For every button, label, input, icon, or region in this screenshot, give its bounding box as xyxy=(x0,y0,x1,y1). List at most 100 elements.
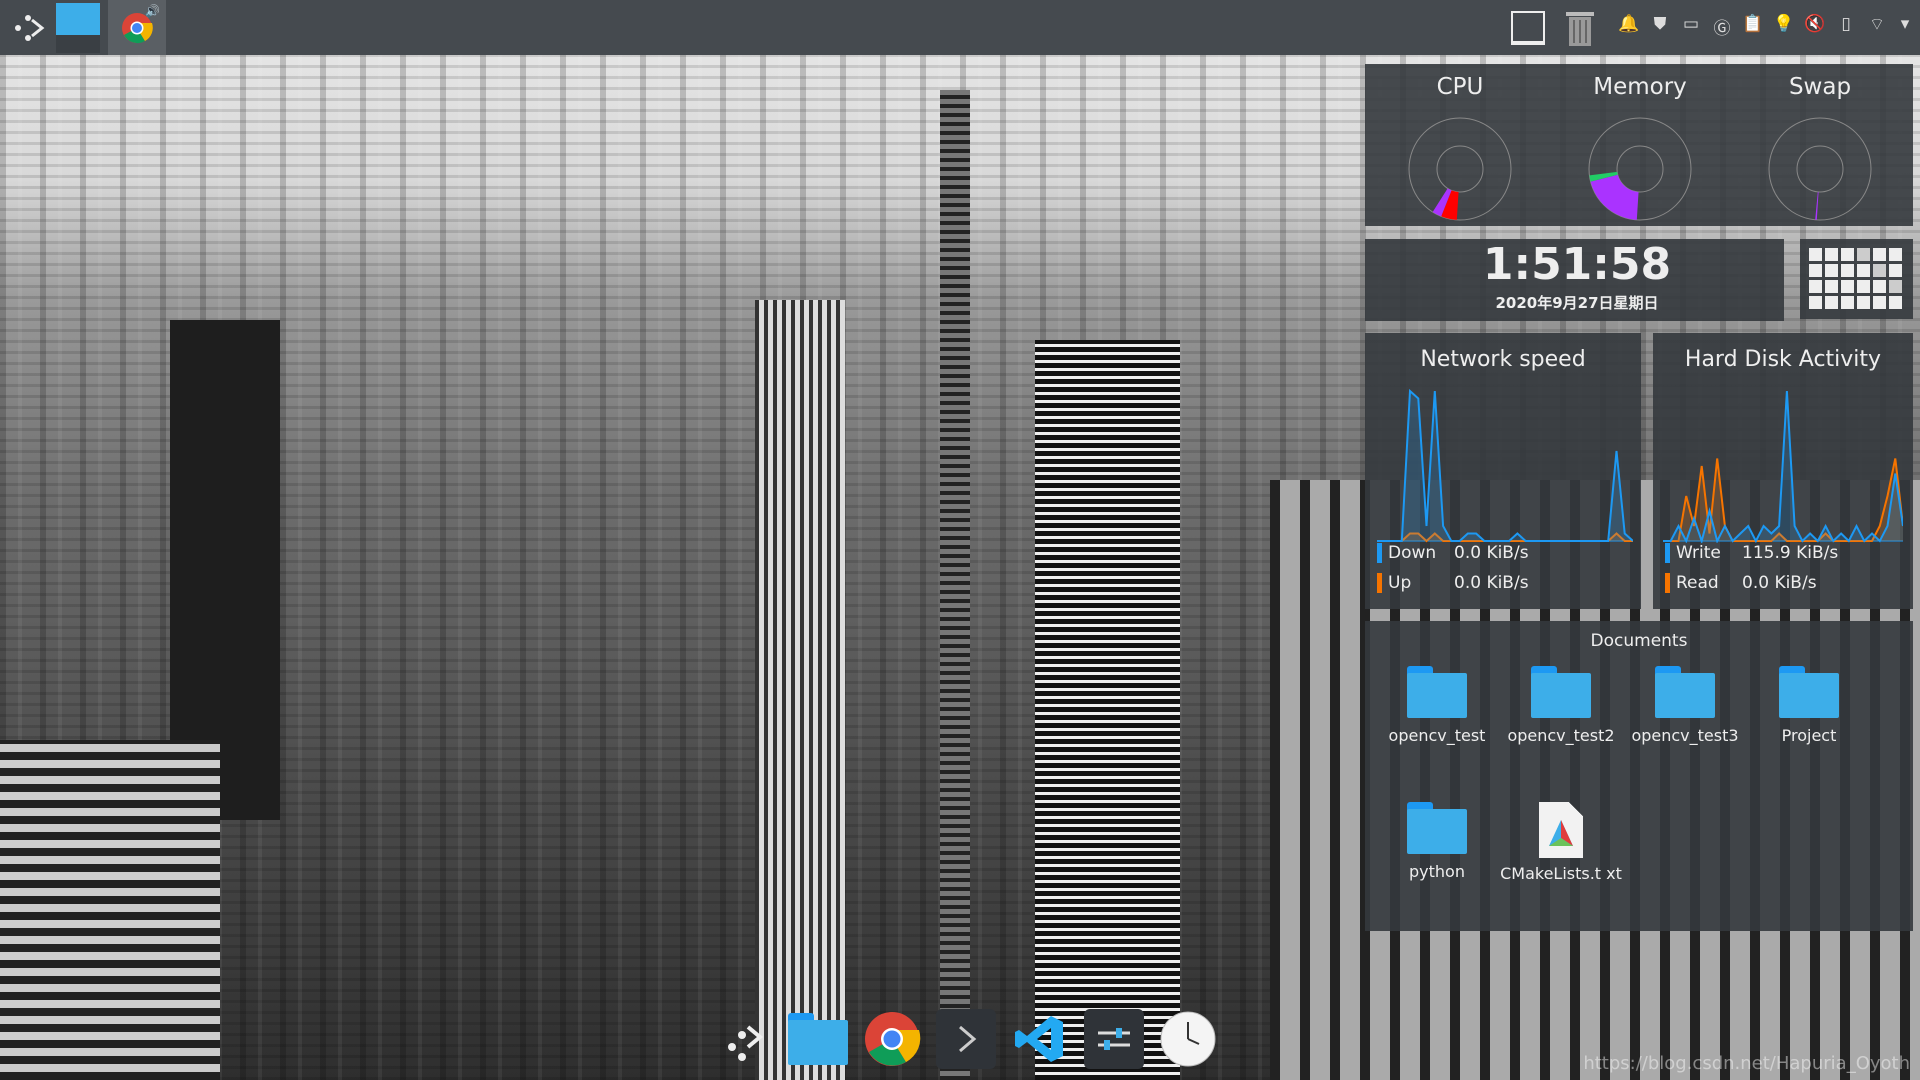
item-label: opencv_test xyxy=(1388,726,1486,745)
pager-cell[interactable] xyxy=(1873,296,1886,309)
pager-cell[interactable] xyxy=(1825,248,1838,261)
desktop-item[interactable]: opencv_test2 xyxy=(1499,666,1623,745)
pager-widget[interactable]: for(let i=0;i<24;i++)document.write('<di… xyxy=(1800,239,1913,319)
volume-muted-icon[interactable]: 🔇 xyxy=(1804,14,1826,40)
read-value: 0.0 KiB/s xyxy=(1742,573,1817,593)
gauge-title-memory: Memory xyxy=(1593,74,1687,100)
dock-launcher[interactable] xyxy=(714,1009,774,1069)
pager-cell[interactable] xyxy=(1857,248,1870,261)
trash-button[interactable] xyxy=(1558,0,1602,55)
up-value: 0.0 KiB/s xyxy=(1454,573,1529,593)
chevron-down-icon[interactable]: ▾ xyxy=(1894,14,1916,40)
terminal-icon[interactable]: ▭ xyxy=(1680,14,1702,40)
legend-down: Down 0.0 KiB/s xyxy=(1377,543,1529,563)
up-label: Up xyxy=(1388,573,1412,593)
series-area xyxy=(1377,391,1633,541)
digital-clock-widget[interactable]: 1:51:58 2020年9月27日星期日 xyxy=(1365,239,1784,321)
clock-time: 1:51:58 xyxy=(1482,239,1672,290)
terminal-icon xyxy=(959,1025,977,1053)
pager-cell[interactable] xyxy=(1889,248,1902,261)
pager-cell[interactable] xyxy=(1825,280,1838,293)
legend-write: Write 115.9 KiB/s xyxy=(1665,543,1838,563)
pager-cell[interactable] xyxy=(1857,280,1870,293)
pager-cell[interactable] xyxy=(1873,248,1886,261)
battery-icon[interactable]: ▯ xyxy=(1835,14,1857,40)
disk-chart xyxy=(1663,390,1903,543)
item-label: opencv_test3 xyxy=(1631,726,1739,745)
pager-cell[interactable] xyxy=(1857,296,1870,309)
folder-icon xyxy=(788,1013,848,1065)
network-title: Network speed xyxy=(1420,347,1586,372)
gauge-segment xyxy=(1590,174,1639,220)
clock-date: 2020年9月27日星期日 xyxy=(1495,294,1659,312)
read-swatch xyxy=(1665,573,1670,593)
clipboard-icon[interactable]: 📋 xyxy=(1742,14,1764,40)
pager-cell[interactable] xyxy=(1825,296,1838,309)
folder-icon xyxy=(1407,802,1467,854)
pager-cell[interactable] xyxy=(1809,296,1822,309)
folder-view-widget: Documents opencv_test opencv_test2 opencv_… xyxy=(1365,621,1913,931)
pager-cell[interactable] xyxy=(1809,248,1822,261)
dock-clock[interactable] xyxy=(1158,1009,1218,1069)
pager-cell[interactable] xyxy=(1873,264,1886,277)
pager-cell[interactable] xyxy=(1841,264,1854,277)
wallpaper-building xyxy=(755,300,845,1080)
item-label: python xyxy=(1409,862,1465,881)
pager-cell[interactable] xyxy=(1809,280,1822,293)
shield-icon[interactable]: ⛊ xyxy=(1649,14,1671,40)
chrome-icon xyxy=(865,1012,921,1066)
item-label: opencv_test2 xyxy=(1507,726,1615,745)
g-icon[interactable]: Ⓖ xyxy=(1711,14,1733,40)
pager-cell[interactable] xyxy=(1889,296,1902,309)
pager-cell[interactable] xyxy=(1873,280,1886,293)
show-desktop-button[interactable] xyxy=(1508,0,1548,55)
desktop-item[interactable]: Project xyxy=(1747,666,1871,745)
dock-settings[interactable] xyxy=(1084,1009,1144,1069)
system-monitor-widget: CPU Memory Swap xyxy=(1365,64,1913,226)
up-swatch xyxy=(1377,573,1382,593)
desktop-item[interactable]: opencv_test xyxy=(1375,666,1499,745)
bulb-icon[interactable]: 💡 xyxy=(1773,14,1795,40)
wifi-icon[interactable]: ⌔ xyxy=(1866,14,1888,40)
pager-cell[interactable] xyxy=(1889,280,1902,293)
item-label: CMakeLists.t xt xyxy=(1500,864,1622,883)
launcher-icon xyxy=(15,14,45,41)
network-chart xyxy=(1377,388,1633,543)
legend-read: Read 0.0 KiB/s xyxy=(1665,573,1817,593)
dock-terminal[interactable] xyxy=(936,1009,996,1069)
pager-cell[interactable] xyxy=(1841,296,1854,309)
gauge-swap xyxy=(1768,117,1872,221)
desktop-item[interactable]: CMakeLists.t xt xyxy=(1499,802,1623,883)
launcher-icon xyxy=(728,1025,764,1061)
task-chrome[interactable]: 🔊 xyxy=(108,0,166,55)
notifications-icon[interactable]: 🔔 xyxy=(1618,14,1640,40)
pager-cell[interactable] xyxy=(1841,280,1854,293)
folder-icon xyxy=(1531,666,1591,718)
gauge-cpu xyxy=(1408,117,1512,221)
down-swatch xyxy=(1377,543,1382,563)
disk-title: Hard Disk Activity xyxy=(1684,347,1882,372)
down-label: Down xyxy=(1388,543,1437,563)
wallpaper-building xyxy=(0,740,220,1080)
pager-cell[interactable] xyxy=(1889,264,1902,277)
write-swatch xyxy=(1665,543,1670,563)
gauge-title-cpu: CPU xyxy=(1436,74,1484,100)
pager-cell[interactable] xyxy=(1825,264,1838,277)
desktop-item[interactable]: python xyxy=(1375,802,1499,881)
application-launcher[interactable] xyxy=(4,0,52,55)
gauge-memory xyxy=(1588,117,1692,221)
pager-cell[interactable] xyxy=(1857,264,1870,277)
desktop-item[interactable]: opencv_test3 xyxy=(1623,666,1747,745)
gauge-segment xyxy=(1815,191,1819,220)
disk-activity-widget: Hard Disk Activity Write 115.9 KiB/s Read… xyxy=(1653,333,1913,609)
write-value: 115.9 KiB/s xyxy=(1742,543,1839,563)
dock-chrome[interactable] xyxy=(862,1009,922,1069)
pager-cell[interactable] xyxy=(1841,248,1854,261)
dock-vscode[interactable] xyxy=(1010,1009,1070,1069)
watermark: https://blog.csdn.net/Hapuria_Oyoth xyxy=(1583,1053,1910,1074)
down-value: 0.0 KiB/s xyxy=(1454,543,1529,563)
pager-cell[interactable] xyxy=(1809,264,1822,277)
trash-icon xyxy=(1566,11,1594,46)
dock-files[interactable] xyxy=(788,1009,848,1069)
pager-desktop-1[interactable] xyxy=(56,0,100,55)
